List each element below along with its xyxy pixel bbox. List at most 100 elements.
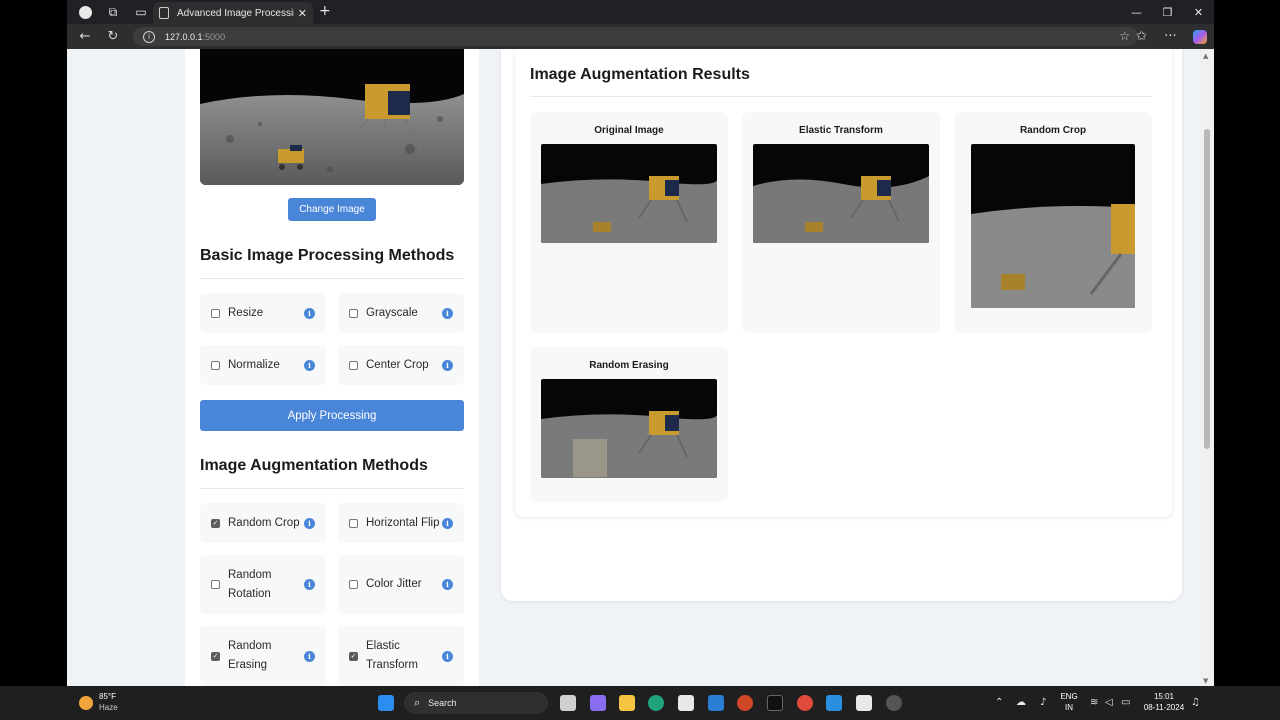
scroll-down-icon[interactable]: ▼ <box>1203 677 1208 685</box>
window-controls: — ❐ ✕ <box>1121 0 1214 24</box>
option-grayscale[interactable]: Grayscale i <box>338 293 464 333</box>
grayscale-checkbox[interactable] <box>349 308 358 318</box>
more-options-icon[interactable]: ··· <box>1156 24 1185 49</box>
divider <box>200 488 464 489</box>
weather-description: Haze <box>99 703 118 712</box>
page-scrollbar[interactable]: ▲ ▼ <box>1200 49 1214 686</box>
color-jitter-checkbox[interactable] <box>349 580 358 589</box>
volume-icon[interactable]: ◁ <box>1105 697 1113 708</box>
option-label: Elastic Transform <box>366 640 418 671</box>
outlook-icon[interactable] <box>708 695 724 711</box>
store-icon[interactable] <box>678 695 694 711</box>
notification-bell-icon[interactable]: ♫ <box>1191 697 1200 708</box>
result-label: Elastic Transform <box>799 125 883 136</box>
original-image <box>541 144 717 243</box>
refresh-icon[interactable]: ↻ <box>99 24 127 49</box>
horizontal-flip-checkbox[interactable] <box>349 518 358 528</box>
browser-window: ⧉ ▭ Advanced Image Processing Tool ✕ + —… <box>67 0 1214 686</box>
result-card-random-crop: Random Crop <box>954 112 1152 333</box>
resize-checkbox[interactable] <box>211 308 220 318</box>
option-elastic-transform[interactable]: ✓ Elastic Transform i <box>338 626 464 686</box>
microphone-icon[interactable]: ♪ <box>1040 697 1046 708</box>
app-icon[interactable] <box>886 695 902 711</box>
normalize-checkbox[interactable] <box>211 360 220 370</box>
option-normalize[interactable]: Normalize i <box>200 345 326 385</box>
info-icon[interactable]: i <box>304 517 315 529</box>
scroll-up-icon[interactable]: ▲ <box>1203 52 1208 60</box>
result-card-elastic-transform: Elastic Transform <box>742 112 940 333</box>
taskbar-search[interactable]: ⌕ Search <box>404 692 548 714</box>
terminal-icon[interactable] <box>767 695 783 711</box>
random-erasing-checkbox[interactable]: ✓ <box>211 651 220 661</box>
info-icon[interactable]: i <box>304 650 315 662</box>
wifi-icon[interactable]: ≋ <box>1090 697 1098 708</box>
result-label: Random Erasing <box>589 360 669 371</box>
powerpoint-icon[interactable] <box>737 695 753 711</box>
weather-icon[interactable] <box>79 696 93 710</box>
option-random-rotation[interactable]: Random Rotation i <box>200 555 326 614</box>
title-bar: ⧉ ▭ Advanced Image Processing Tool ✕ + —… <box>67 0 1214 24</box>
option-label: Random Erasing <box>228 640 272 671</box>
random-rotation-checkbox[interactable] <box>211 580 220 589</box>
copilot-icon[interactable] <box>1185 24 1214 49</box>
info-icon[interactable]: i <box>442 307 453 319</box>
close-tab-icon[interactable]: ✕ <box>298 7 307 20</box>
close-window-icon[interactable]: ✕ <box>1183 0 1214 24</box>
language-code[interactable]: ENG <box>1058 692 1080 701</box>
tab-title: Advanced Image Processing Tool <box>177 7 294 19</box>
info-icon[interactable]: i <box>442 650 453 662</box>
file-explorer-icon[interactable] <box>619 695 635 711</box>
info-icon[interactable]: i <box>304 307 315 319</box>
info-icon[interactable]: i <box>442 359 453 371</box>
info-icon[interactable]: i <box>304 579 315 590</box>
result-card-random-erasing: Random Erasing <box>530 347 728 502</box>
site-info-icon[interactable]: i <box>143 30 155 43</box>
option-color-jitter[interactable]: Color Jitter i <box>338 555 464 614</box>
snipping-tool-icon[interactable] <box>856 695 872 711</box>
workspaces-icon[interactable]: ⧉ <box>99 0 127 24</box>
address-bar[interactable]: i 127.0.0.1:5000 ☆ <box>133 27 1138 46</box>
new-tab-icon[interactable]: + <box>319 3 331 19</box>
divider <box>200 278 464 279</box>
option-center-crop[interactable]: Center Crop i <box>338 345 464 385</box>
scroll-thumb[interactable] <box>1204 129 1210 449</box>
change-image-button[interactable]: Change Image <box>288 198 376 221</box>
clock-date[interactable]: 08-11-2024 <box>1138 703 1190 712</box>
copilot-taskbar-icon[interactable] <box>590 695 606 711</box>
tab-active[interactable]: Advanced Image Processing Tool ✕ <box>153 2 313 24</box>
option-label: Center Crop <box>366 358 429 371</box>
option-random-crop[interactable]: ✓ Random Crop i <box>200 503 326 543</box>
option-random-erasing[interactable]: ✓ Random Erasing i <box>200 626 326 686</box>
language-region[interactable]: IN <box>1058 703 1080 712</box>
apply-processing-button[interactable]: Apply Processing <box>200 400 464 431</box>
minimize-icon[interactable]: — <box>1121 0 1152 24</box>
info-icon[interactable]: i <box>442 579 453 590</box>
elastic-transform-checkbox[interactable]: ✓ <box>349 651 358 661</box>
profile-icon[interactable] <box>71 0 99 24</box>
info-icon[interactable]: i <box>304 359 315 371</box>
option-resize[interactable]: Resize i <box>200 293 326 333</box>
vscode-icon[interactable] <box>826 695 842 711</box>
divider <box>530 96 1152 97</box>
tab-actions-icon[interactable]: ▭ <box>127 0 155 24</box>
url-host: 127.0.0.1 <box>165 31 203 42</box>
battery-icon[interactable]: ▭ <box>1121 697 1130 708</box>
center-crop-checkbox[interactable] <box>349 360 358 370</box>
restore-icon[interactable]: ❐ <box>1152 0 1183 24</box>
onedrive-icon[interactable]: ☁ <box>1016 697 1026 708</box>
edge-icon[interactable] <box>648 695 664 711</box>
chrome-icon[interactable] <box>797 695 813 711</box>
show-hidden-icons[interactable]: ⌃ <box>995 697 1003 708</box>
task-view-icon[interactable] <box>560 695 576 711</box>
info-icon[interactable]: i <box>442 517 453 529</box>
start-icon[interactable] <box>378 695 394 711</box>
page-content: Change Image Basic Image Processing Meth… <box>67 49 1200 686</box>
random-crop-checkbox[interactable]: ✓ <box>211 518 220 528</box>
back-icon[interactable]: ← <box>71 24 99 49</box>
result-card-original: Original Image <box>530 112 728 333</box>
screen: ⧉ ▭ Advanced Image Processing Tool ✕ + —… <box>0 0 1280 720</box>
clock-time[interactable]: 15:01 <box>1138 692 1190 701</box>
option-horizontal-flip[interactable]: Horizontal Flip i <box>338 503 464 543</box>
option-label: Random Crop <box>228 516 300 529</box>
favorites-icon[interactable]: ✩ <box>1127 24 1156 49</box>
